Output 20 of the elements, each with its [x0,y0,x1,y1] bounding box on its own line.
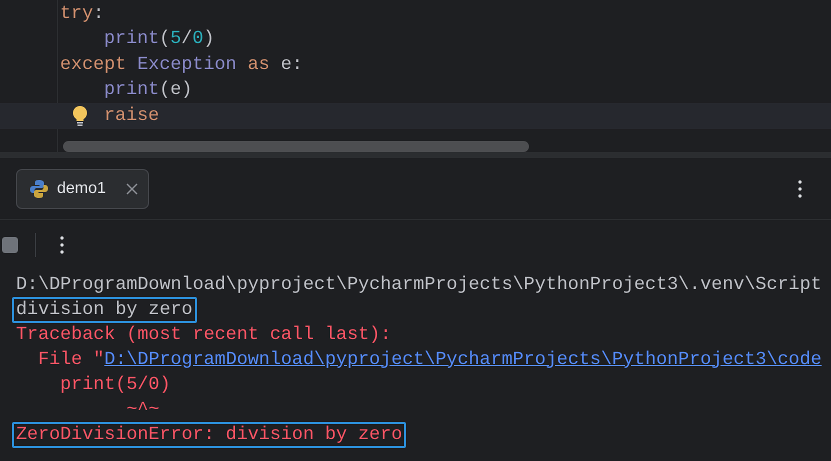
run-tab[interactable]: demo1 [16,168,149,208]
stop-icon[interactable] [2,237,18,253]
more-options-icon[interactable] [798,180,802,198]
console-line: print(5/0) [59,372,172,396]
code-line: raise [104,104,160,127]
console-line: File "D:\DProgramDownload\pyproject\PycharmProjects\PythonProject3\code [37,348,823,372]
code-line: except Exception as e: [60,54,303,76]
more-options-icon[interactable] [60,236,64,254]
file-link[interactable]: D:\DProgramDownload\pyproject\PycharmProjects\PythonProject3\code [104,348,822,370]
code-line: try: [60,2,104,25]
horizontal-scrollbar[interactable] [63,141,529,152]
console-line: D:\DProgramDownload\pyproject\PycharmProjects\PythonProject3\.venv\Script [15,272,823,296]
lightbulb-icon[interactable] [72,105,88,127]
console-line: ~^~ [125,398,160,422]
code-line: print(e) [104,79,192,102]
python-icon [29,178,49,198]
code-editor[interactable]: try: print(5/0) except Exception as e: print(e) raise [0,0,831,152]
console-line: Traceback (most recent call last): [15,322,392,346]
code-line: print(5/0) [104,28,214,50]
close-icon[interactable] [126,182,138,194]
